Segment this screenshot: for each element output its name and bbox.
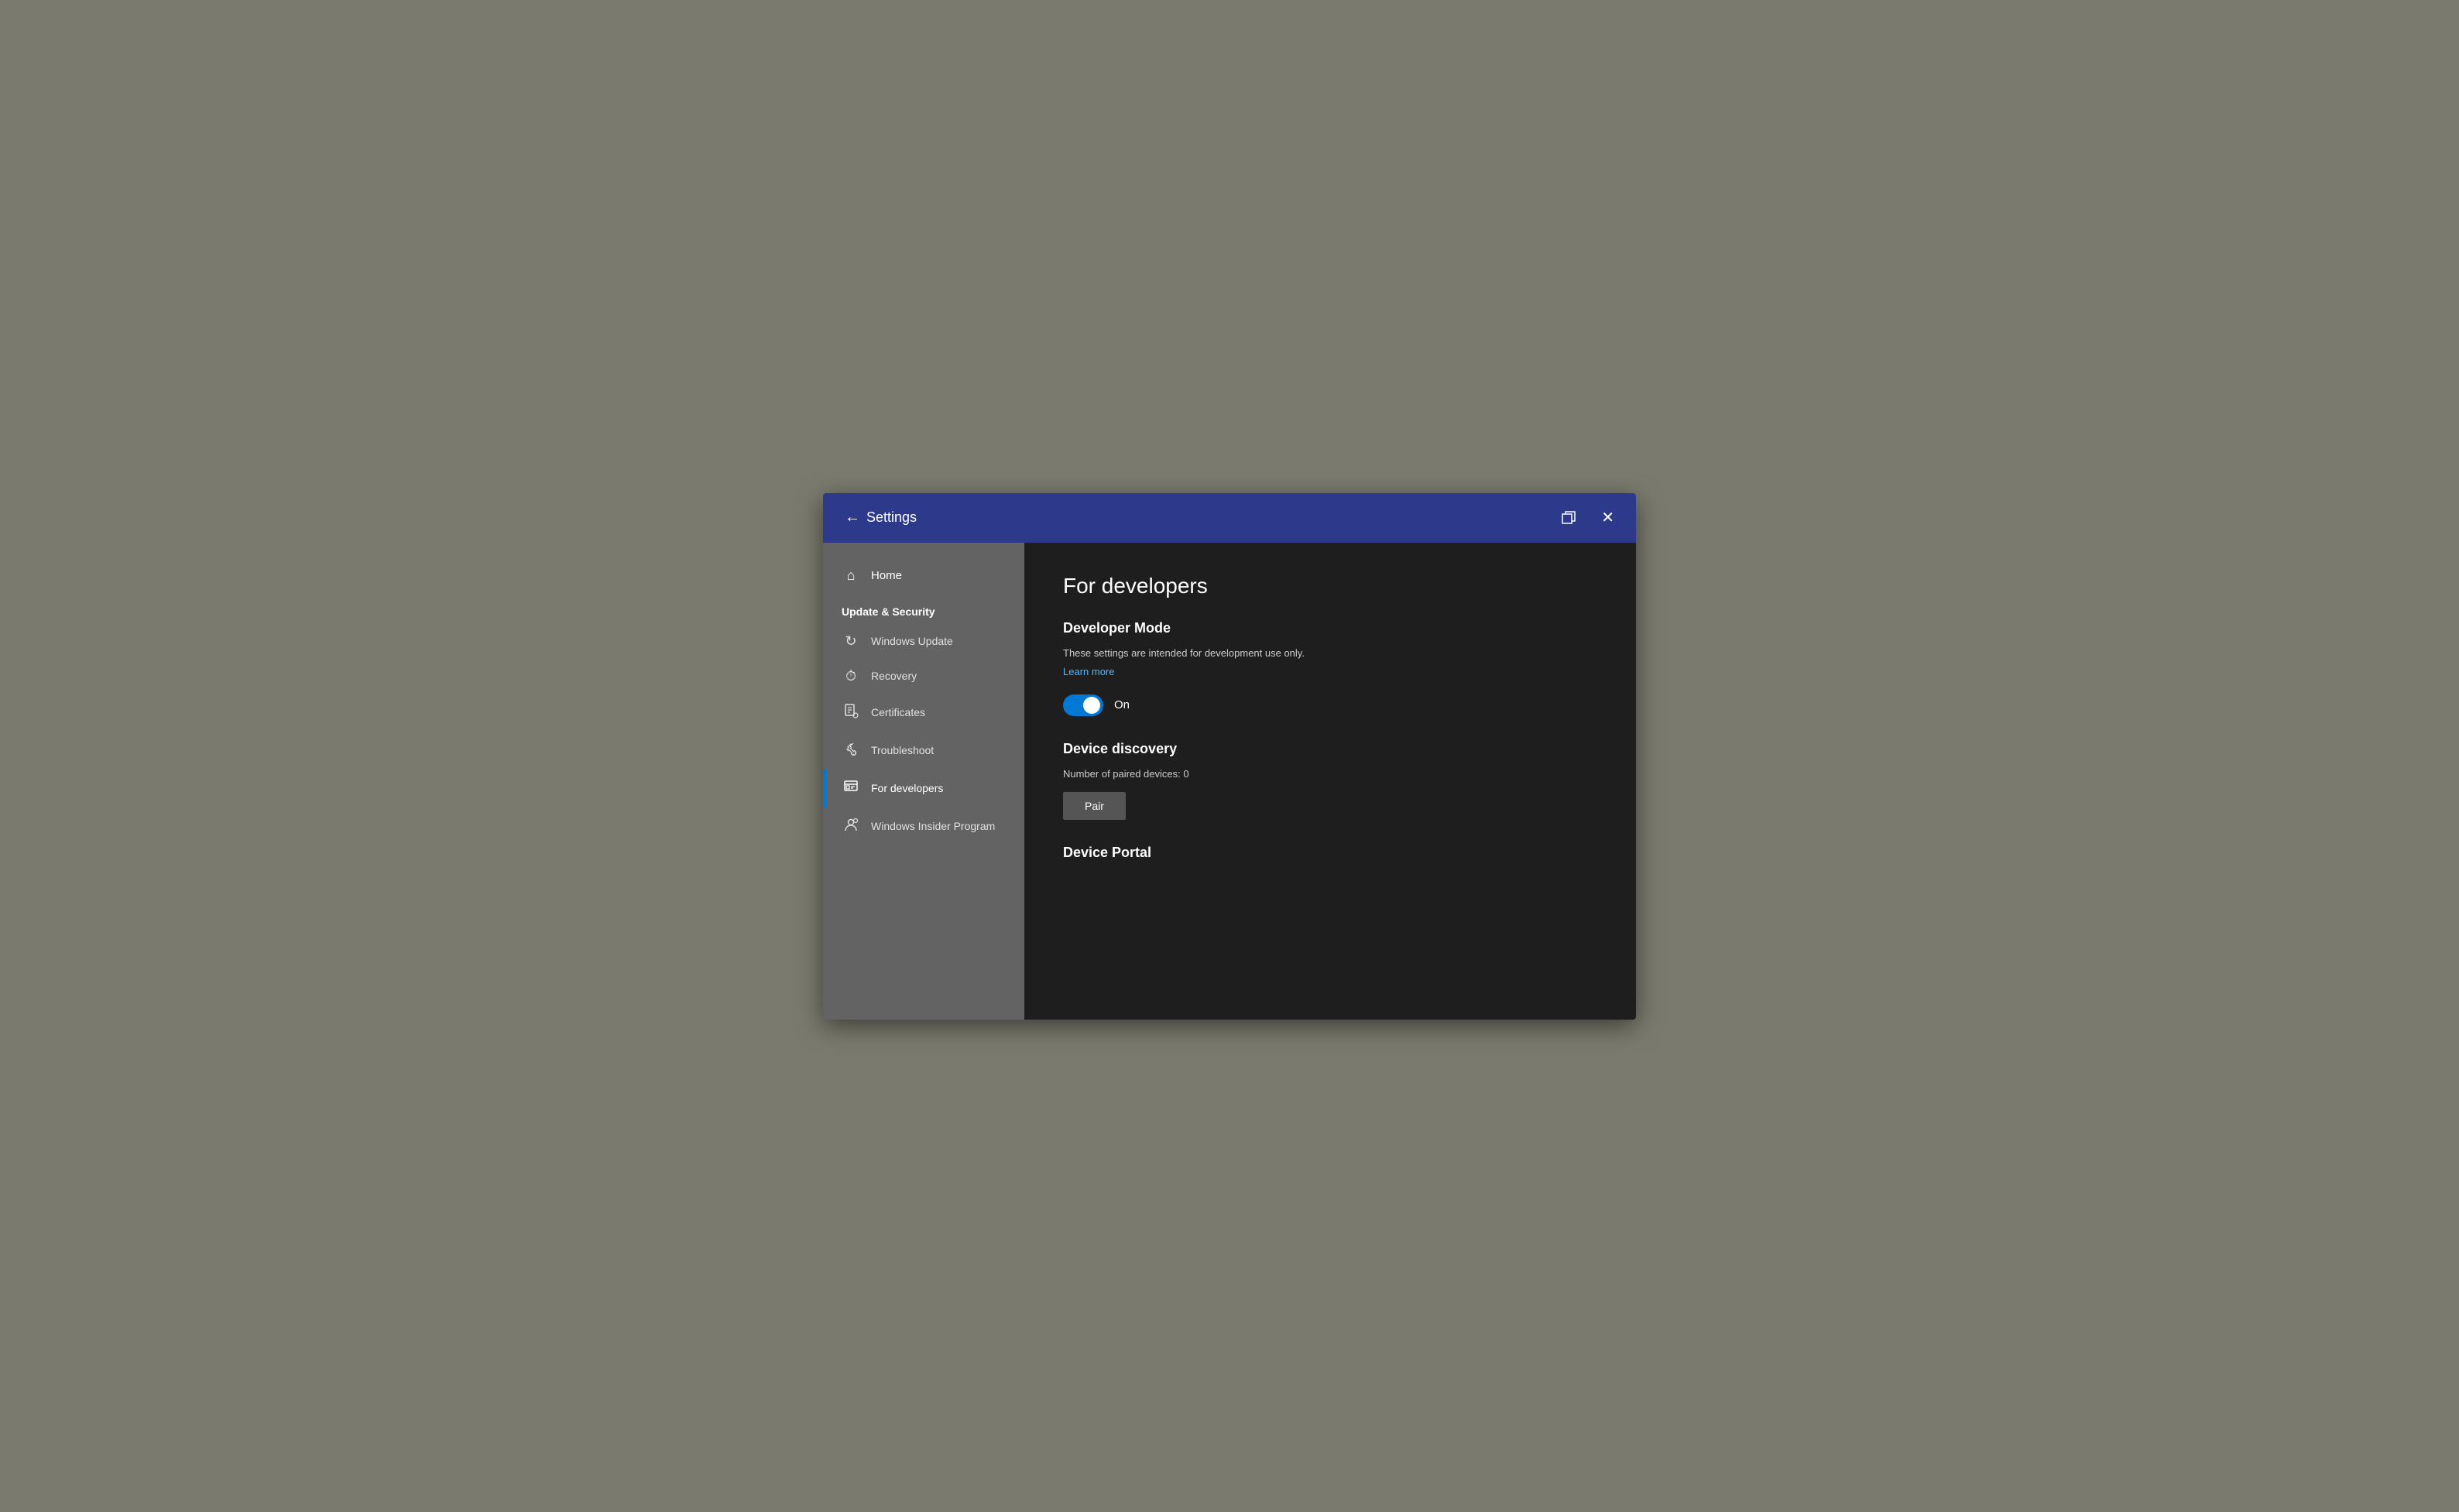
sidebar-item-label: For developers xyxy=(871,782,943,794)
main-content: ⌂ Home Update & Security ↻ Windows Updat… xyxy=(823,543,1636,1020)
developer-mode-toggle[interactable] xyxy=(1063,694,1103,716)
content-panel: For developers Developer Mode These sett… xyxy=(1024,543,1636,1020)
paired-devices-text: Number of paired devices: 0 xyxy=(1063,768,1597,780)
restore-button[interactable] xyxy=(1555,507,1583,529)
device-discovery-title: Device discovery xyxy=(1063,741,1597,757)
certificates-icon xyxy=(842,703,860,722)
back-button[interactable]: ← xyxy=(839,506,866,530)
device-portal-title: Device Portal xyxy=(1063,845,1597,861)
window-title: Settings xyxy=(866,509,1555,526)
developer-mode-toggle-row: On xyxy=(1063,694,1597,716)
sidebar-item-windows-update[interactable]: ↻ Windows Update xyxy=(823,624,1024,659)
developer-mode-title: Developer Mode xyxy=(1063,620,1597,636)
pair-button[interactable]: Pair xyxy=(1063,792,1126,820)
sidebar-item-label: Recovery xyxy=(871,670,917,682)
windows-insider-icon xyxy=(842,817,860,836)
sidebar-section-title: Update & Security xyxy=(823,593,1024,624)
sidebar-item-home[interactable]: ⌂ Home xyxy=(823,558,1024,593)
sidebar-item-for-developers[interactable]: For developers xyxy=(823,770,1024,807)
sidebar-item-windows-insider[interactable]: Windows Insider Program xyxy=(823,807,1024,845)
recovery-icon: ⏱ xyxy=(842,668,860,684)
windows-update-icon: ↻ xyxy=(842,633,860,650)
titlebar-controls: ✕ xyxy=(1555,505,1620,530)
sidebar-item-label: Troubleshoot xyxy=(871,744,934,756)
home-icon: ⌂ xyxy=(842,567,860,584)
titlebar: ← Settings ✕ xyxy=(823,493,1636,543)
close-button[interactable]: ✕ xyxy=(1595,505,1620,530)
sidebar: ⌂ Home Update & Security ↻ Windows Updat… xyxy=(823,543,1024,1020)
sidebar-item-label: Windows Update xyxy=(871,635,953,647)
settings-window: ← Settings ✕ ⌂ Home Update & Security xyxy=(823,493,1636,1020)
toggle-state-label: On xyxy=(1114,698,1130,711)
troubleshoot-icon xyxy=(842,741,860,760)
sidebar-item-troubleshoot[interactable]: Troubleshoot xyxy=(823,732,1024,770)
developer-mode-description: These settings are intended for developm… xyxy=(1063,647,1597,659)
toggle-slider xyxy=(1063,694,1103,716)
sidebar-item-recovery[interactable]: ⏱ Recovery xyxy=(823,659,1024,694)
learn-more-link[interactable]: Learn more xyxy=(1063,666,1114,677)
sidebar-home-label: Home xyxy=(871,569,902,582)
sidebar-item-label: Windows Insider Program xyxy=(871,820,995,832)
page-title: For developers xyxy=(1063,574,1597,598)
sidebar-item-label: Certificates xyxy=(871,706,925,718)
for-developers-icon xyxy=(842,779,860,798)
sidebar-item-certificates[interactable]: Certificates xyxy=(823,694,1024,732)
